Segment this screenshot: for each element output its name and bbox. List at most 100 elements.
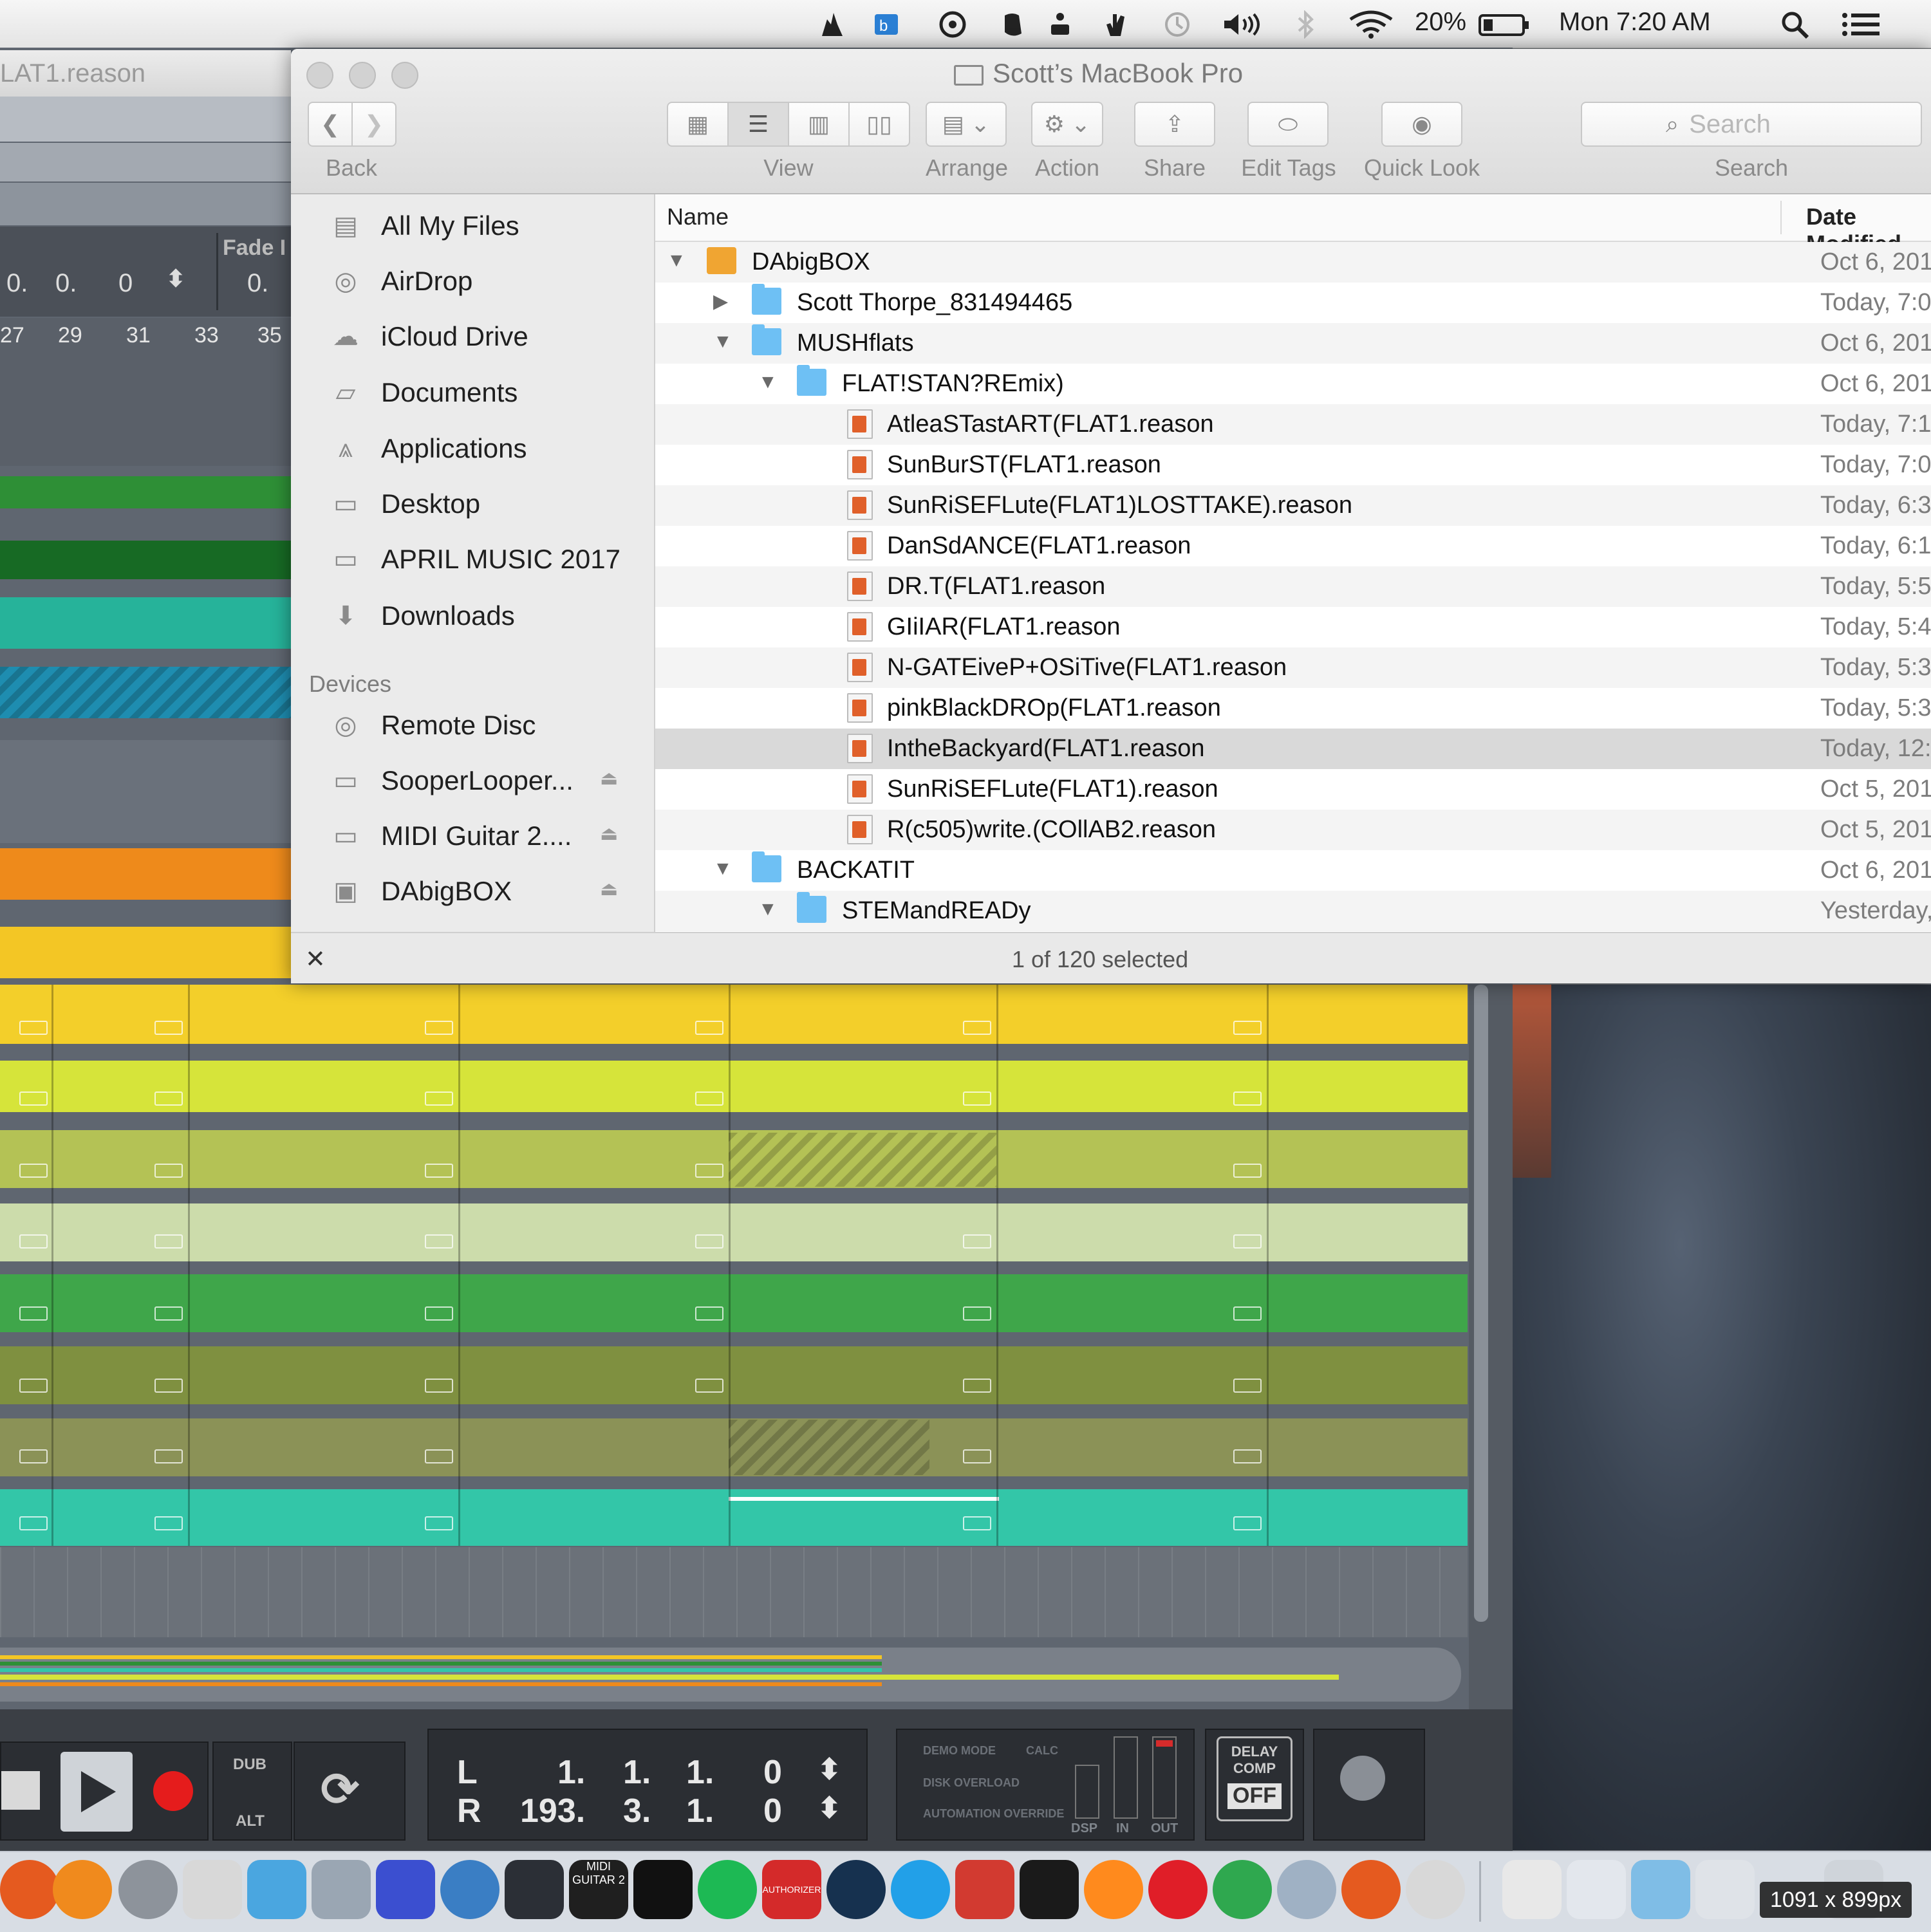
edit-tags-button[interactable]: ⬭: [1247, 102, 1329, 147]
list-item[interactable]: GIiIAR(FLAT1.reason Today, 5:41 AM: [655, 607, 1931, 647]
action-button[interactable]: ⚙ ⌄: [1031, 102, 1103, 147]
slack-icon[interactable]: [1020, 1860, 1079, 1919]
keyboard-icon[interactable]: [633, 1860, 693, 1919]
disclosure-open-icon[interactable]: ▼: [667, 250, 686, 272]
hand-icon[interactable]: [1101, 10, 1130, 37]
automation-override-led[interactable]: AUTOMATION OVERRIDE: [923, 1807, 1064, 1821]
song-overview[interactable]: [0, 1648, 1461, 1702]
delay-comp-button[interactable]: DELAY COMP OFF: [1217, 1736, 1292, 1821]
icon-view-button[interactable]: ▦: [667, 102, 729, 147]
wifi-icon[interactable]: [1347, 10, 1395, 39]
forward-button[interactable]: ❯: [351, 102, 396, 147]
sidebar-item-dabigbox[interactable]: ▣ DAbigBOX: [327, 869, 512, 914]
preview-icon[interactable]: [1502, 1860, 1562, 1919]
alt-button[interactable]: ALT: [236, 1812, 265, 1830]
bbedit-icon[interactable]: b: [872, 10, 901, 37]
close-button[interactable]: [306, 62, 333, 89]
battery-icon[interactable]: [1478, 10, 1531, 37]
list-item-selected[interactable]: IntheBackyard(FLAT1.reason Today, 12:37 A…: [655, 729, 1931, 769]
reason-icon[interactable]: [0, 1860, 59, 1919]
left-beat[interactable]: 1.: [623, 1753, 651, 1792]
reason-icon-2[interactable]: [1341, 1860, 1401, 1919]
list-item[interactable]: DR.T(FLAT1.reason Today, 5:57 AM: [655, 566, 1931, 607]
wolf-app-icon[interactable]: [1406, 1860, 1465, 1919]
accessibility-icon[interactable]: [1045, 10, 1075, 37]
sidebar-item-airdrop[interactable]: ◎ AirDrop: [327, 259, 473, 304]
play-button[interactable]: [61, 1752, 133, 1832]
sidebar-item-icloud-drive[interactable]: ☁ iCloud Drive: [327, 314, 528, 359]
list-item[interactable]: SunBurST(FLAT1.reason Today, 7:03 AM: [655, 445, 1931, 485]
list-item[interactable]: SunRiSEFLute(FLAT1)LOSTTAKE).reason Today…: [655, 485, 1931, 526]
sidebar-item-desktop[interactable]: ▭ Desktop: [327, 481, 480, 526]
left-tick[interactable]: 0: [763, 1753, 782, 1792]
screens-icon[interactable]: [376, 1860, 435, 1919]
search-field[interactable]: ⌕ Search: [1581, 102, 1922, 147]
coverflow-view-button[interactable]: ▯▯: [848, 102, 910, 147]
bluetooth-icon[interactable]: [1292, 10, 1318, 39]
gamepad-icon[interactable]: [932, 10, 973, 38]
list-item[interactable]: SunRiSEFLute(FLAT1).reason Oct 5, 2018, 1…: [655, 769, 1931, 810]
xcode-icon[interactable]: [312, 1860, 371, 1919]
sidebar-item-all-my-files[interactable]: ▤ All My Files: [327, 203, 519, 248]
game-icon[interactable]: [955, 1860, 1014, 1919]
eject-icon[interactable]: ⏏: [600, 767, 618, 790]
list-item[interactable]: ▶ Scott Thorpe_831494465 Today, 7:03 AM: [655, 283, 1931, 323]
midi-guitar-icon[interactable]: MIDI GUITAR 2: [569, 1860, 628, 1919]
sidebar-item-april-music[interactable]: ▭ APRIL MUSIC 2017: [327, 537, 620, 582]
wolf-icon[interactable]: [817, 10, 847, 37]
fade-value[interactable]: 0.: [247, 269, 268, 298]
left-sixteenth[interactable]: 1.: [686, 1753, 714, 1792]
list-item[interactable]: ▼ DAbigBOX Oct 6, 2018, 11:39: [655, 242, 1931, 283]
list-item[interactable]: ▼ STEMandREADy Yesterday, 10:50 P: [655, 891, 1931, 931]
sidebar-item-applications[interactable]: ⩓ Applications: [327, 426, 527, 471]
column-divider[interactable]: [1780, 201, 1782, 234]
firefox-icon[interactable]: [1084, 1860, 1143, 1919]
disclosure-open-icon[interactable]: ▼: [713, 331, 732, 353]
back-button[interactable]: ❮: [308, 102, 353, 147]
camera-icon[interactable]: [1277, 1860, 1336, 1919]
record-button[interactable]: [153, 1771, 193, 1811]
arrange-button[interactable]: ▤ ⌄: [926, 102, 1007, 147]
rack-icon[interactable]: [1340, 1756, 1385, 1801]
authorizer-icon[interactable]: AUTHORIZER: [762, 1860, 821, 1919]
ibooks-icon[interactable]: [53, 1860, 112, 1919]
stop-button[interactable]: [1, 1771, 40, 1810]
list-view-button[interactable]: ☰: [727, 102, 789, 147]
quick-look-button[interactable]: ◉: [1381, 102, 1462, 147]
skype-icon[interactable]: [891, 1860, 950, 1919]
path-bar-toggle-icon[interactable]: ✕: [305, 945, 326, 974]
list-item[interactable]: ▼ MUSHflats Oct 6, 2018, 11:39: [655, 323, 1931, 364]
disclosure-closed-icon[interactable]: ▶: [713, 290, 731, 313]
opera-icon[interactable]: [1148, 1860, 1208, 1919]
steam-icon[interactable]: [826, 1860, 886, 1919]
list-item[interactable]: pinkBlackDROp(FLAT1.reason Today, 5:33 AM: [655, 688, 1931, 729]
evernote-icon[interactable]: [998, 10, 1027, 37]
left-bar[interactable]: 1.: [557, 1753, 585, 1792]
minimize-button[interactable]: [349, 62, 376, 89]
keynote-icon[interactable]: [247, 1860, 306, 1919]
list-item[interactable]: ▼ FLAT!STAN?REmix) Oct 6, 2018, 11:36: [655, 364, 1931, 404]
position-stepper-icon[interactable]: ⬍: [166, 265, 185, 292]
spotify-icon[interactable]: [698, 1860, 757, 1919]
spotlight-icon[interactable]: [1779, 10, 1811, 39]
eject-icon[interactable]: ⏏: [600, 878, 618, 900]
music-folder-icon[interactable]: [1567, 1860, 1626, 1919]
list-item[interactable]: ▼ BACKATIT Oct 6, 2018, 10:33: [655, 850, 1931, 891]
right-stepper-icon[interactable]: ⬍: [817, 1792, 841, 1825]
name-column-header[interactable]: Name: [667, 203, 729, 230]
screenshot-icon[interactable]: [1695, 1860, 1755, 1919]
sidebar-item-remote-disc[interactable]: ◎ Remote Disc: [327, 703, 536, 748]
disclosure-open-icon[interactable]: ▼: [758, 898, 778, 920]
system-preferences-icon[interactable]: [118, 1860, 178, 1919]
column-view-button[interactable]: ▥: [788, 102, 850, 147]
right-tick[interactable]: 0: [763, 1792, 782, 1830]
clock[interactable]: Mon 7:20 AM: [1559, 8, 1711, 37]
right-bar[interactable]: 193.: [520, 1792, 585, 1830]
reason-scrollbar-track[interactable]: [1469, 985, 1513, 1709]
share-button[interactable]: ⇪: [1134, 102, 1215, 147]
list-item[interactable]: AtleaSTastART(FLAT1.reason Today, 7:12 AM: [655, 404, 1931, 445]
chrome-icon[interactable]: [1213, 1860, 1272, 1919]
loop-icon[interactable]: ⟳: [321, 1762, 359, 1816]
disclosure-open-icon[interactable]: ▼: [758, 371, 778, 393]
ilok-icon[interactable]: [183, 1860, 242, 1919]
